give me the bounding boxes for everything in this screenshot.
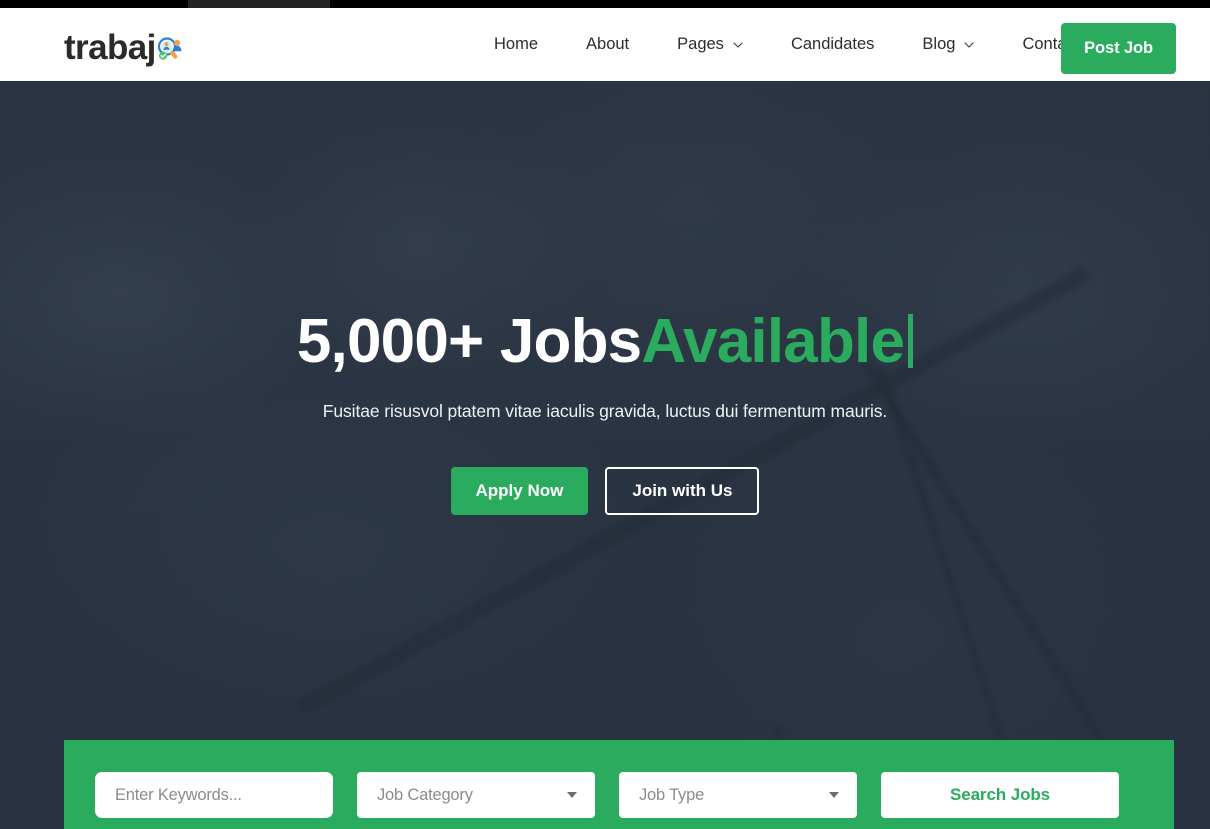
- nav-item-pages[interactable]: Pages: [653, 35, 767, 54]
- chevron-down-icon: [964, 40, 975, 50]
- nav-item-label: About: [586, 35, 630, 53]
- browser-chrome-strip: [0, 0, 1210, 8]
- nav-item-label: Home: [494, 35, 539, 53]
- job-type-select[interactable]: Job Type: [619, 772, 857, 818]
- job-category-value: Job Category: [377, 785, 473, 804]
- chevron-down-icon: [733, 40, 743, 50]
- page-root: trabaj Home About Pages Candidates Blog …: [0, 0, 1210, 829]
- hero-title: 5,000+ Jobs Available: [296, 305, 914, 379]
- caret-down-icon: [567, 792, 577, 798]
- hero-title-accent: Available: [641, 307, 905, 376]
- nav-item-label: Pages: [677, 35, 724, 53]
- search-keywords-input[interactable]: [115, 785, 313, 805]
- caret-down-icon: [829, 792, 839, 798]
- post-job-button[interactable]: Post Job: [1061, 23, 1176, 74]
- nav-item-blog[interactable]: Blog: [898, 35, 998, 54]
- nav-item-label: Blog: [922, 35, 956, 53]
- typing-caret: [908, 314, 914, 368]
- nav-item-label: Candidates: [790, 35, 875, 53]
- search-jobs-label: Search Jobs: [949, 785, 1050, 804]
- nav-item-home[interactable]: Home: [470, 35, 562, 54]
- site-header: trabaj Home About Pages Candidates Blog …: [0, 8, 1210, 81]
- search-jobs-button[interactable]: Search Jobs: [881, 772, 1119, 818]
- primary-navigation: Home About Pages Candidates Blog Contact: [470, 8, 1103, 81]
- browser-tab-strip: [188, 0, 330, 8]
- hero-content: 5,000+ Jobs Available Fusitae risusvol p…: [0, 81, 1210, 829]
- brand-logo[interactable]: trabaj: [64, 20, 185, 68]
- keywords-field[interactable]: [95, 772, 333, 818]
- brand-logo-text: trabaj: [64, 28, 156, 67]
- hero-section: 5,000+ Jobs Available Fusitae risusvol p…: [0, 81, 1210, 829]
- hero-subtitle: Fusitae risusvol ptatem vitae iaculis gr…: [322, 401, 888, 421]
- job-search-magnifier-icon: [155, 35, 185, 65]
- nav-item-about[interactable]: About: [562, 35, 653, 54]
- hero-title-static: 5,000+ Jobs: [296, 307, 642, 376]
- join-with-us-button[interactable]: Join with Us: [605, 467, 760, 515]
- job-category-select[interactable]: Job Category: [357, 772, 595, 818]
- apply-now-button[interactable]: Apply Now: [450, 467, 589, 515]
- nav-item-candidates[interactable]: Candidates: [767, 35, 898, 54]
- job-search-panel: Job Category Job Type Search Jobs: [64, 740, 1174, 829]
- hero-cta-group: Apply Now Join with Us: [450, 467, 760, 515]
- job-type-value: Job Type: [639, 785, 705, 804]
